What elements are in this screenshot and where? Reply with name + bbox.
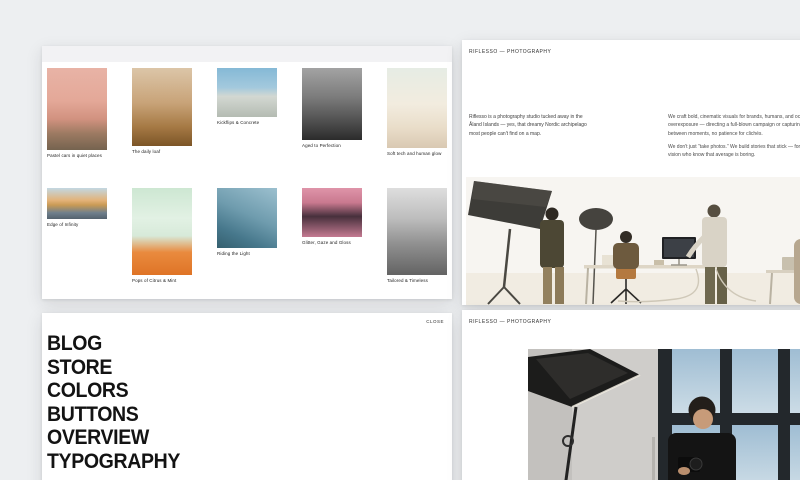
wall-pipe	[652, 437, 655, 480]
photo-caption: Pops of Citrus & Mint	[132, 278, 192, 284]
photo-caption: The daily loaf	[132, 149, 192, 155]
gallery-item: Pastel cars in quiet places	[47, 68, 107, 188]
menu-item-store[interactable]: STORE	[47, 356, 180, 380]
photo-tailored-man[interactable]	[387, 188, 447, 275]
photo-glitter-portrait[interactable]	[302, 188, 362, 237]
gallery-item: Riding the Light	[217, 188, 277, 299]
photo-sunset-landscape[interactable]	[47, 188, 107, 219]
main-menu-list: BLOG STORE COLORS BUTTONS OVERVIEW TYPOG…	[47, 332, 180, 473]
gallery-item: Kickflips & Concrete	[217, 68, 277, 188]
studio-scene-photo	[466, 177, 800, 305]
photo-caption: Aged to Perfection	[302, 143, 362, 149]
photo-caption: Pastel cars in quiet places	[47, 153, 107, 159]
gallery-item: The daily loaf	[132, 68, 192, 188]
photo-caption: Tailored & Timeless	[387, 278, 447, 284]
photo-soft-tech-portrait[interactable]	[387, 68, 447, 148]
gallery-item: Tailored & Timeless	[387, 188, 447, 299]
photo-bread-loaf[interactable]	[132, 68, 192, 146]
menu-overlay-window: CLOSE BLOG STORE COLORS BUTTONS OVERVIEW…	[42, 313, 452, 480]
photo-pastel-van[interactable]	[47, 68, 107, 150]
photo-skateboarder[interactable]	[217, 68, 277, 117]
intro-paragraph: Riflesso is a photography studio tucked …	[469, 113, 590, 138]
gallery-item: Pops of Citrus & Mint	[132, 188, 192, 299]
menu-item-overview[interactable]: OVERVIEW	[47, 426, 180, 450]
gallery-item: Soft tech and human glow	[387, 68, 447, 188]
menu-item-blog[interactable]: BLOG	[47, 332, 180, 356]
gallery-item: Glitter, Gaze and Gloss	[302, 188, 362, 299]
photographer-portrait-photo	[528, 349, 800, 480]
close-button[interactable]: CLOSE	[426, 319, 444, 324]
person-standing-left	[540, 208, 564, 305]
photo-caption: Kickflips & Concrete	[217, 120, 277, 126]
portrait-page-window: RIFLESSO — PHOTOGRAPHY	[462, 310, 800, 480]
photo-elderly-couple[interactable]	[302, 68, 362, 140]
brand-logo[interactable]: RIFLESSO — PHOTOGRAPHY	[469, 49, 551, 55]
photo-gallery-grid: Pastel cars in quiet places The daily lo…	[47, 68, 447, 299]
brand-logo[interactable]: RIFLESSO — PHOTOGRAPHY	[469, 319, 551, 325]
photo-mint-kitchen[interactable]	[132, 188, 192, 275]
menu-item-colors[interactable]: COLORS	[47, 379, 180, 403]
studio-home-window: RIFLESSO — PHOTOGRAPHY Riflesso is a pho…	[462, 40, 800, 305]
photo-caption: Riding the Light	[217, 251, 277, 257]
gallery-window: Pastel cars in quiet places The daily lo…	[42, 46, 452, 299]
photo-caption: Edge of Infinity	[47, 222, 107, 228]
gallery-item: Edge of Infinity	[47, 188, 107, 299]
person-partial-right-edge	[794, 239, 800, 304]
about-column: We craft bold, cinematic visuals for bra…	[668, 113, 800, 159]
menu-item-buttons[interactable]: BUTTONS	[47, 403, 180, 427]
photo-caption: Glitter, Gaze and Gloss	[302, 240, 362, 246]
gallery-item: Aged to Perfection	[302, 68, 362, 188]
photo-caption: Soft tech and human glow	[387, 151, 447, 157]
photo-surfer[interactable]	[217, 188, 277, 248]
about-paragraph-1: We craft bold, cinematic visuals for bra…	[668, 113, 800, 138]
about-paragraph-2: We don't just “take photos.” We build st…	[668, 143, 800, 160]
window-top-strip	[42, 46, 452, 62]
menu-item-typography[interactable]: TYPOGRAPHY	[47, 450, 180, 474]
